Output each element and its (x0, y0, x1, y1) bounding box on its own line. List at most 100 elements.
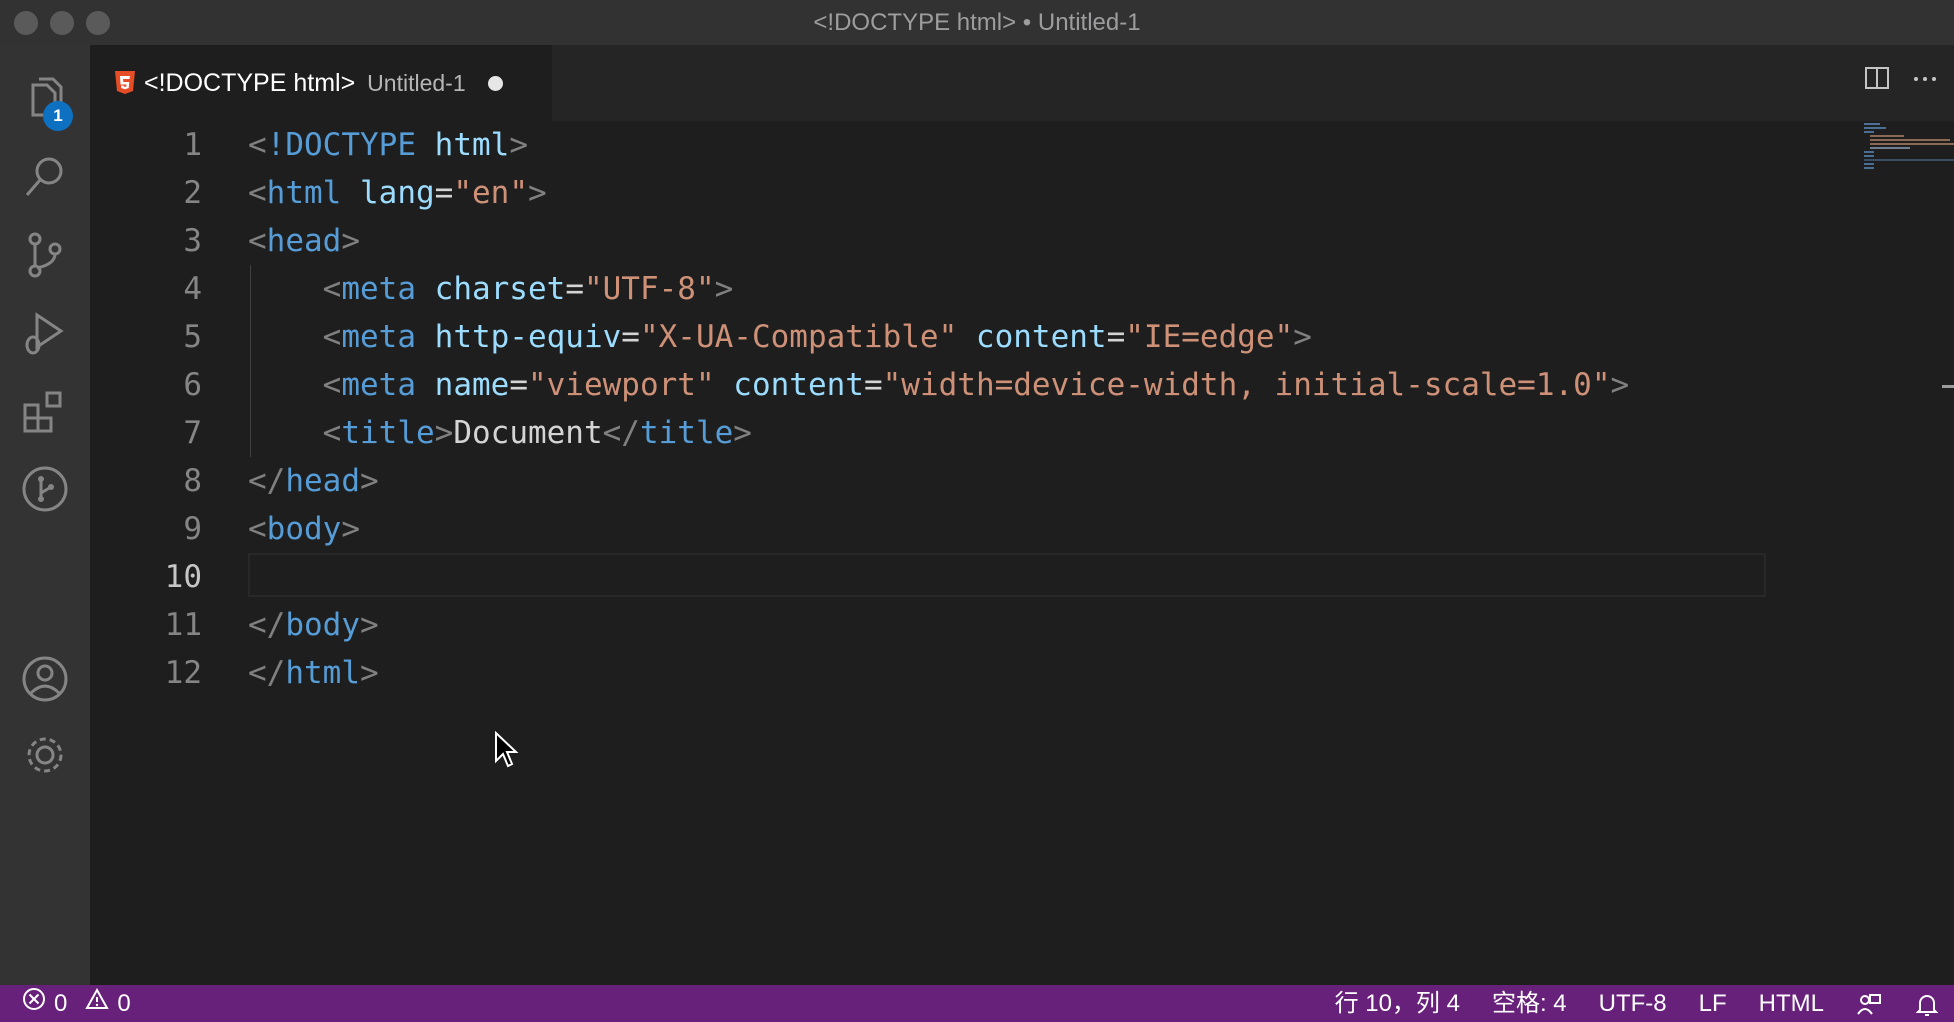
code-line[interactable]: 6 <meta name="viewport" content="width=d… (90, 361, 1770, 409)
code-token: content (975, 319, 1107, 355)
error-count: 0 (54, 990, 68, 1017)
extensions-icon (23, 391, 62, 433)
code-line[interactable]: 3 <head> (90, 217, 1770, 265)
feedback-icon[interactable] (1856, 985, 1882, 1022)
code-token: body (266, 511, 342, 547)
manage-settings-button[interactable] (0, 715, 90, 795)
code-line[interactable]: 5 <meta http-equiv="X-UA-Compatible" con… (90, 313, 1770, 361)
code-line[interactable]: 9 <body> (90, 505, 1770, 553)
code-token: html (285, 655, 360, 691)
tab-untitled-1[interactable]: <!DOCTYPE html> Untitled-1 (90, 45, 552, 121)
search-button[interactable] (0, 137, 90, 217)
code-token: title (639, 415, 734, 451)
code-editor[interactable]: 1 <!DOCTYPE html> 2 <html lang="en"> 3 <head>… (90, 121, 1954, 985)
code-token: = (434, 175, 454, 211)
warning-count: 0 (117, 990, 131, 1017)
code-line[interactable]: 4 <meta charset="UTF-8"> (90, 265, 1770, 313)
more-actions-icon[interactable] (1910, 63, 1940, 98)
html5-icon (114, 70, 136, 96)
code-token: = (509, 367, 528, 403)
line-number: 5 (183, 319, 202, 355)
line-number: 8 (183, 463, 202, 499)
eol-setting[interactable]: LF (1699, 985, 1727, 1022)
unsaved-dot-icon[interactable] (487, 75, 503, 91)
scrollbar-cursor-marker (1942, 385, 1954, 388)
line-number: 7 (183, 415, 202, 451)
editor-tab-bar: <!DOCTYPE html> Untitled-1 (90, 45, 1954, 121)
indentation-setting[interactable]: 空格: 4 (1492, 985, 1567, 1022)
code-line[interactable]: 10 (90, 553, 1770, 601)
code-token: < (322, 319, 342, 355)
activity-bar: 1 (0, 45, 90, 985)
code-line[interactable]: 11 </body> (90, 601, 1770, 649)
code-text (248, 553, 323, 601)
status-bar: 0 0 行 10，列 4 空格: 4 UTF-8 LF HTML (0, 985, 1954, 1022)
code-token: head (266, 223, 342, 259)
code-line[interactable]: 8 </head> (90, 457, 1770, 505)
code-line[interactable]: 7 <title>Document</title> (90, 409, 1770, 457)
encoding-setting[interactable]: UTF-8 (1599, 985, 1667, 1022)
source-control-button[interactable] (0, 215, 90, 295)
mouse-pointer-icon (495, 731, 519, 768)
code-text: <meta name="viewport" content="width=dev… (248, 361, 1630, 409)
code-token: > (359, 655, 379, 691)
editor-actions (1862, 63, 1940, 98)
notifications-bell-icon[interactable] (1914, 985, 1940, 1022)
code-token: title (341, 415, 435, 451)
code-line[interactable]: 12 </html> (90, 649, 1770, 697)
account-icon (22, 656, 68, 702)
close-window-button[interactable] (14, 11, 38, 35)
code-token: < (248, 223, 267, 259)
code-token: "width=device-width, initial-scale=1.0" (882, 367, 1611, 403)
language-mode[interactable]: HTML (1759, 985, 1824, 1022)
line-number: 1 (183, 127, 202, 163)
source-control-icon (28, 232, 62, 278)
line-number: 9 (183, 511, 202, 547)
line-number: 4 (183, 271, 202, 307)
code-text: <head> (248, 217, 360, 265)
code-text: <!DOCTYPE html> (248, 121, 528, 169)
code-token: > (359, 607, 379, 643)
zoom-window-button[interactable] (86, 11, 110, 35)
code-token: = (621, 319, 640, 355)
accounts-button[interactable] (0, 639, 90, 719)
code-text: </body> (248, 601, 379, 649)
code-token: > (1610, 367, 1630, 403)
code-token: !DOCTYPE (266, 127, 416, 163)
split-editor-icon[interactable] (1862, 63, 1892, 98)
extensions-button[interactable] (0, 371, 90, 451)
code-token: "UTF-8" (583, 271, 715, 307)
code-token: meta (341, 367, 416, 403)
line-number: 3 (183, 223, 202, 259)
code-token: < (248, 175, 267, 211)
code-token: > (714, 271, 734, 307)
code-token: "IE=edge" (1125, 319, 1294, 355)
cursor-position[interactable]: 行 10，列 4 (1335, 985, 1460, 1022)
code-token: meta (341, 271, 416, 307)
code-line[interactable]: 2 <html lang="en"> (90, 169, 1770, 217)
minimap[interactable] (1862, 121, 1954, 181)
code-token: > (341, 223, 360, 259)
code-token: = (1106, 319, 1126, 355)
explorer-button[interactable]: 1 (0, 57, 90, 137)
code-token: charset (434, 271, 566, 307)
code-text: <meta charset="UTF-8"> (248, 265, 734, 313)
code-line[interactable]: 1 <!DOCTYPE html> (90, 121, 1770, 169)
code-token: meta (341, 319, 416, 355)
git-graph-button[interactable] (0, 449, 90, 529)
code-token: lang (360, 175, 435, 211)
code-token: > (359, 463, 379, 499)
minimize-window-button[interactable] (50, 11, 74, 35)
warning-icon (85, 985, 110, 1022)
code-token: body (285, 607, 360, 643)
code-token: head (285, 463, 360, 499)
run-debug-button[interactable] (0, 293, 90, 373)
problems-indicator[interactable]: 0 0 (22, 985, 131, 1022)
explorer-badge: 1 (43, 101, 73, 131)
